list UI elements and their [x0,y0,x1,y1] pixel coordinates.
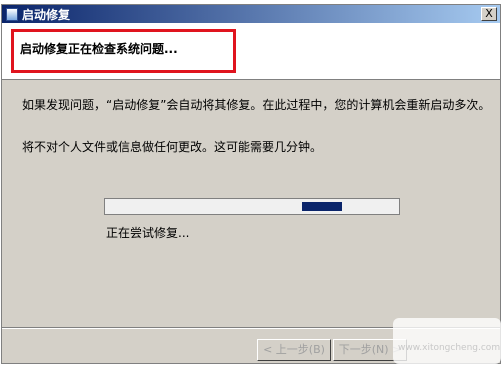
description-paragraph-1: 如果发现问题，“启动修复”会自动将其修复。在此过程中，您的计算机会重新启动多次。 [22,98,491,112]
close-button[interactable]: X [481,7,497,21]
window-title: 启动修复 [22,7,71,22]
progress-status: 正在尝试修复... [106,226,190,240]
watermark-overlay [393,318,501,364]
progress-bar [104,198,400,215]
back-button[interactable]: < 上一步(B) [257,339,331,361]
header-panel: 启动修复正在检查系统问题... [2,23,500,80]
watermark-text: www.xitongcheng.com [398,343,501,353]
header-title: 启动修复正在检查系统问题... [20,42,178,56]
description-paragraph-2: 将不对个人文件或信息做任何更改。这可能需要几分钟。 [22,140,323,154]
app-icon [6,7,18,21]
title-bar[interactable]: 启动修复 X [2,5,500,23]
startup-repair-window: 启动修复 X 启动修复正在检查系统问题... 如果发现问题，“启动修复”会自动将… [1,4,501,364]
progress-fill [302,202,342,211]
